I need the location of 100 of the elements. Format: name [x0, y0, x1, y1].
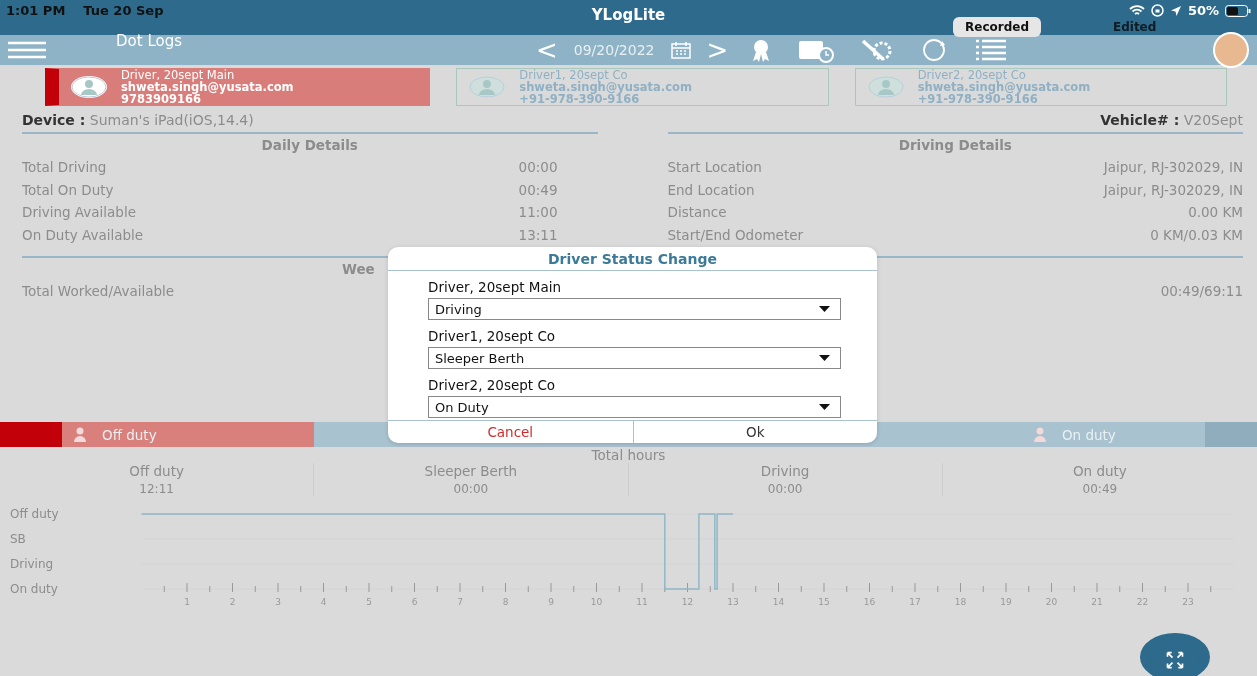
- section-title: Total hours: [590, 447, 667, 463]
- tick-mark: [209, 585, 211, 593]
- hours-label: Off duty: [129, 463, 184, 479]
- vehicle-value: V20Sept: [1183, 112, 1243, 128]
- hours-value: 00:00: [453, 482, 489, 496]
- app-title: YLogLite: [591, 5, 666, 24]
- tick-mark: [482, 585, 484, 593]
- section-title: Driving Details: [667, 132, 1243, 156]
- duty-status-dropdown[interactable]: On Duty: [428, 396, 841, 418]
- hour-label: 22: [1136, 597, 1149, 607]
- hour-label: 9: [548, 597, 554, 607]
- previous-day-button[interactable]: <: [536, 37, 558, 63]
- tick-mark: [1119, 585, 1121, 593]
- hour-label: 10: [590, 597, 603, 607]
- tick-mark: [527, 585, 529, 593]
- detail-label: End Location: [667, 181, 755, 198]
- user-icon: [469, 76, 506, 98]
- detail-value: 00:00: [518, 159, 558, 176]
- detail-value: 00:49: [518, 181, 558, 198]
- ok-button[interactable]: Ok: [632, 421, 877, 443]
- hour-label: 1: [184, 597, 190, 607]
- hours-value: 00:49: [1082, 482, 1118, 496]
- tick-mark: [277, 582, 279, 593]
- tick-mark: [1164, 585, 1166, 593]
- driver-phone: +91-978-390-9166: [917, 93, 1038, 105]
- location-arrow-icon: [1169, 4, 1182, 17]
- tick-mark: [618, 585, 620, 593]
- tick-mark: [1187, 582, 1189, 593]
- list-icon[interactable]: [976, 39, 1007, 61]
- tick-mark: [505, 582, 506, 593]
- tick-mark: [573, 585, 575, 593]
- row-label: Driving: [10, 557, 54, 571]
- tick-mark: [436, 585, 438, 593]
- hour-label: 6: [411, 597, 418, 607]
- tick-mark: [254, 585, 256, 593]
- detail-value: 11:00: [518, 204, 558, 221]
- detail-value: Jaipur, RJ-302029, IN: [1103, 181, 1243, 198]
- tick-mark: [641, 582, 643, 593]
- menu-icon[interactable]: [8, 41, 46, 59]
- driver-phone: 9783909166: [121, 93, 202, 105]
- duty-status-tab[interactable]: Off duty: [0, 422, 315, 447]
- hour-label: 7: [457, 597, 463, 607]
- driver-name: Driver2, 20sept Co: [917, 69, 1026, 81]
- driver-card[interactable]: Driver, 20sept Main shweta.singh@yusata.com 9783909166: [45, 68, 431, 106]
- hour-label: 2: [229, 597, 236, 607]
- tick-mark: [1142, 582, 1143, 593]
- expand-icon[interactable]: [1140, 633, 1210, 676]
- tick-mark: [778, 582, 779, 593]
- tick-mark: [937, 585, 939, 593]
- row-label: SB: [10, 532, 26, 546]
- tick-mark: [1096, 582, 1098, 593]
- driver-email: shweta.singh@yusata.com: [121, 81, 294, 93]
- tick-mark: [869, 582, 870, 593]
- duty-status-dropdown[interactable]: Sleeper Berth: [428, 347, 841, 369]
- wifi-icon: [1128, 4, 1145, 17]
- detail-value: 0 KM/0.03 KM: [1150, 226, 1243, 243]
- user-icon: [867, 76, 904, 98]
- hour-label: 3: [275, 597, 281, 607]
- tick-mark: [459, 582, 461, 593]
- detail-label: Start Location: [667, 159, 762, 176]
- driver-email: shweta.singh@yusata.com: [519, 81, 692, 93]
- tick-mark: [391, 585, 393, 593]
- tick-mark: [345, 585, 347, 593]
- next-day-button[interactable]: >: [706, 37, 729, 63]
- log-tab[interactable]: Recorded: [953, 17, 1041, 37]
- hour-label: 17: [909, 597, 921, 607]
- calendar-icon[interactable]: [670, 41, 691, 59]
- cancel-button[interactable]: Cancel: [388, 421, 633, 443]
- log-tab[interactable]: Edited: [1101, 17, 1169, 37]
- row-label: On duty: [10, 582, 58, 596]
- hour-label: 16: [863, 597, 876, 607]
- hour-label: 21: [1091, 597, 1103, 607]
- status-date: Tue 20 Sep: [83, 3, 164, 18]
- detail-label: Start/End Odometer: [667, 226, 804, 243]
- duty-status-tab[interactable]: On duty: [942, 422, 1257, 447]
- device-label: Device :: [22, 112, 86, 128]
- dialog-title: Driver Status Change: [388, 247, 877, 271]
- log-date: 09/20/2022: [573, 42, 655, 58]
- hour-label: 15: [818, 597, 830, 607]
- hours-value: 12:11: [139, 482, 174, 496]
- tick-mark: [982, 585, 984, 593]
- hour-label: 11: [636, 597, 648, 607]
- hour-label: 13: [727, 597, 739, 607]
- row-label: Off duty: [10, 507, 59, 521]
- hours-label: Sleeper Berth: [424, 463, 518, 479]
- driver-label: Driver2, 20sept Co: [428, 377, 557, 393]
- screen-title: Dot Logs: [116, 32, 183, 50]
- detail-value: Jaipur, RJ-302029, IN: [1103, 159, 1243, 176]
- driver-name: Driver, 20sept Main: [121, 69, 235, 81]
- driver-card[interactable]: Driver2, 20sept Co shweta.singh@yusata.com +91-978-390-9166: [854, 68, 1227, 106]
- tick-mark: [596, 582, 597, 593]
- duty-status-dropdown[interactable]: Driving: [428, 298, 841, 320]
- tick-mark: [709, 585, 711, 593]
- hours-value: 00:00: [767, 482, 803, 496]
- driver-card[interactable]: Driver1, 20sept Co shweta.singh@yusata.com +91-978-390-9166: [456, 68, 829, 106]
- user-avatar[interactable]: [1213, 32, 1249, 68]
- tick-mark: [755, 585, 757, 593]
- dropdown-caret-icon: [819, 404, 830, 410]
- tick-mark: [914, 582, 916, 593]
- tick-mark: [960, 582, 961, 593]
